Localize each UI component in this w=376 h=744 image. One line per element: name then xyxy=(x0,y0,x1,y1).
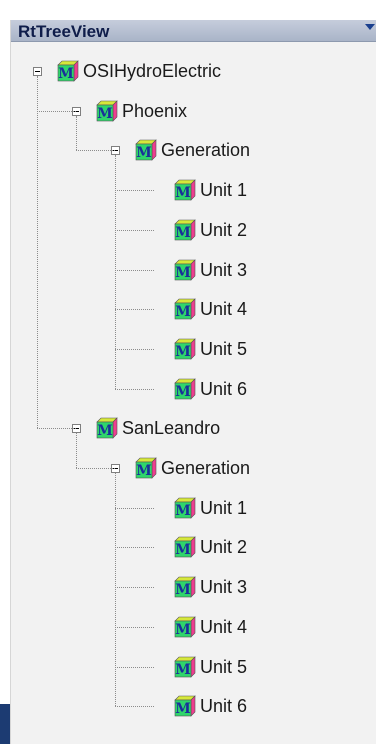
tree-node-label[interactable]: Unit 1 xyxy=(200,497,247,519)
tree-node-label[interactable]: Generation xyxy=(161,457,250,479)
m-cube-icon: M xyxy=(174,655,196,678)
svg-text:M: M xyxy=(175,503,191,519)
m-cube-icon: M xyxy=(174,616,196,638)
m-cube-icon: M xyxy=(57,60,79,82)
tree-connector-line xyxy=(115,229,154,231)
tree-view[interactable]: M OSIHydroElectric M Phoenix M Generatio… xyxy=(0,0,376,744)
tree-connector-line xyxy=(115,309,154,311)
m-cube-icon: M xyxy=(174,576,196,598)
tree-node-label[interactable]: Phoenix xyxy=(122,100,187,122)
svg-text:M: M xyxy=(175,225,191,241)
svg-text:M: M xyxy=(175,701,191,717)
tree-connector-line xyxy=(115,269,154,271)
m-cube-icon: M xyxy=(174,258,196,281)
tree-guide-line xyxy=(37,76,38,429)
tree-node-label[interactable]: Unit 2 xyxy=(200,536,247,558)
svg-text:M: M xyxy=(175,265,191,281)
svg-text:M: M xyxy=(175,344,191,360)
m-cube-icon: M xyxy=(174,338,196,360)
m-cube-icon: M xyxy=(174,219,196,241)
tree-connector-line xyxy=(115,547,154,549)
svg-text:M: M xyxy=(175,185,191,201)
tree-connector-line xyxy=(76,468,115,469)
tree-connector-line xyxy=(37,110,76,112)
m-cube-icon: M xyxy=(174,496,196,519)
tree-connector-line xyxy=(115,507,154,509)
svg-text:M: M xyxy=(175,622,191,638)
tree-node-label[interactable]: Generation xyxy=(161,139,250,161)
svg-text:M: M xyxy=(175,384,191,400)
tree-guide-line xyxy=(115,473,116,707)
tree-node-label[interactable]: Unit 1 xyxy=(200,179,247,201)
tree-connector-line xyxy=(115,587,154,589)
svg-text:M: M xyxy=(175,542,191,558)
m-cube-icon: M xyxy=(174,536,196,558)
svg-text:M: M xyxy=(97,423,113,439)
tree-node-label[interactable]: Unit 5 xyxy=(200,338,247,360)
tree-node-label[interactable]: Unit 4 xyxy=(200,616,247,638)
tree-connector-line xyxy=(115,666,154,668)
tree-connector-line xyxy=(115,706,154,708)
svg-text:M: M xyxy=(97,106,113,122)
svg-text:M: M xyxy=(175,582,191,598)
m-cube-icon: M xyxy=(174,695,196,717)
tree-connector-line xyxy=(115,190,154,192)
svg-text:M: M xyxy=(175,662,191,678)
m-cube-icon: M xyxy=(174,377,196,400)
m-cube-icon: M xyxy=(96,99,118,122)
tree-connector-line xyxy=(76,150,115,152)
svg-text:M: M xyxy=(136,463,152,479)
svg-text:M: M xyxy=(175,304,191,320)
svg-text:M: M xyxy=(58,66,74,82)
tree-guide-line xyxy=(76,115,77,151)
collapse-node-icon[interactable] xyxy=(33,67,42,76)
tree-node-label[interactable]: Unit 3 xyxy=(200,259,247,281)
tree-node-label[interactable]: SanLeandro xyxy=(122,417,220,439)
tree-node-label[interactable]: Unit 3 xyxy=(200,576,247,598)
tree-node-label[interactable]: Unit 6 xyxy=(200,378,247,400)
m-cube-icon: M xyxy=(135,457,157,479)
tree-connector-line xyxy=(37,428,76,430)
tree-node-label[interactable]: Unit 4 xyxy=(200,298,247,320)
tree-node-label[interactable]: Unit 5 xyxy=(200,656,247,678)
tree-connector-line xyxy=(115,348,154,350)
tree-guide-line xyxy=(115,155,116,389)
m-cube-icon: M xyxy=(174,179,196,201)
tree-node-label[interactable]: Unit 2 xyxy=(200,219,247,241)
tree-node-label[interactable]: OSIHydroElectric xyxy=(83,60,221,82)
tree-connector-line xyxy=(115,388,154,390)
tree-guide-line xyxy=(76,433,77,468)
m-cube-icon: M xyxy=(96,417,118,439)
m-cube-icon: M xyxy=(135,139,157,161)
m-cube-icon: M xyxy=(174,298,196,320)
tree-connector-line xyxy=(115,626,154,628)
svg-text:M: M xyxy=(136,145,152,161)
tree-node-label[interactable]: Unit 6 xyxy=(200,695,247,717)
